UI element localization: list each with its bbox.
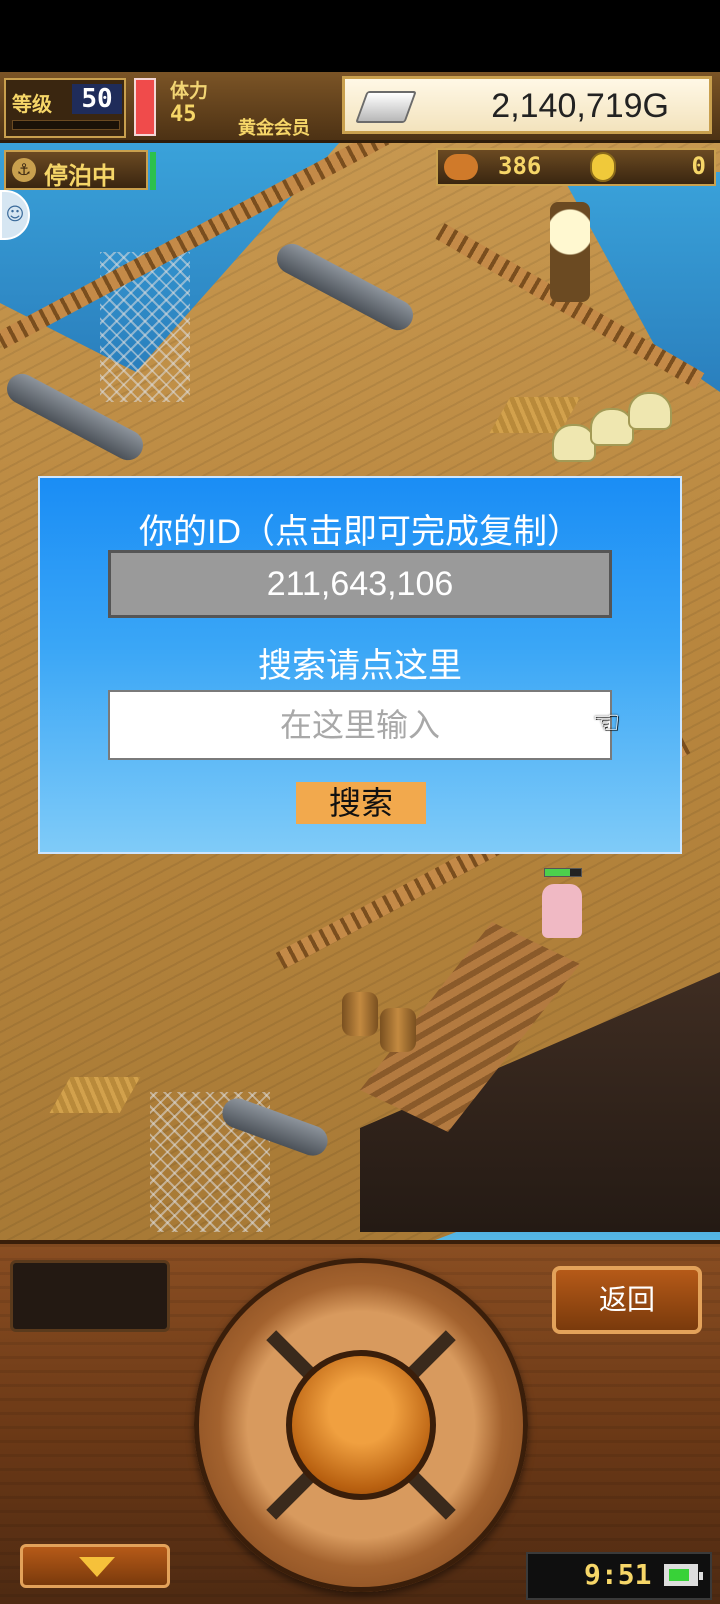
gold-display[interactable]: 2,140,719G — [342, 76, 712, 134]
jellyfish-creature[interactable] — [628, 392, 672, 430]
medal-coin-icon — [590, 152, 616, 182]
collapse-button[interactable] — [20, 1544, 170, 1588]
food-count: 386 — [498, 152, 542, 180]
crew-member[interactable] — [542, 884, 582, 938]
coin-count: 0 — [691, 152, 706, 180]
barrel — [380, 1008, 416, 1052]
clock-time: 9:51 — [584, 1558, 652, 1591]
search-button[interactable]: 搜索 — [296, 782, 426, 824]
back-button[interactable]: 返回 — [552, 1266, 702, 1334]
clock-display: 9:51 — [526, 1552, 712, 1600]
gold-member-badge: 黄金会员 — [238, 118, 310, 139]
control-panel: 返回 9:51 — [0, 1240, 720, 1604]
battery-icon — [664, 1564, 703, 1586]
gold-amount: 2,140,719G — [491, 87, 669, 125]
status-meter — [150, 152, 156, 190]
barrel — [342, 992, 378, 1036]
status-row: ⚓ 停泊中 386 0 — [0, 144, 720, 192]
top-hud: 等级 50 体力 45 黄金会员 2,140,719G — [0, 72, 720, 143]
message-screen — [10, 1260, 170, 1332]
resource-bar: 386 0 — [436, 148, 716, 186]
directional-pad[interactable] — [194, 1258, 528, 1592]
stamina-gauge — [134, 78, 156, 136]
search-input[interactable] — [108, 690, 612, 760]
anchor-icon: ⚓ — [12, 158, 36, 182]
silver-ingot-icon — [355, 91, 417, 123]
crew-hp-bar — [544, 868, 582, 877]
deck-lantern — [550, 202, 590, 302]
level-panel: 等级 50 — [4, 78, 126, 138]
search-prompt: 搜索请点这里 — [258, 647, 462, 685]
stamina-value: 45 — [170, 102, 197, 127]
cannon-icon — [271, 238, 419, 336]
experience-bar — [12, 120, 120, 130]
friend-search-dialog: 你的ID（点击即可完成复制） 211,643,106 搜索请点这里 ☜ 搜索 — [38, 476, 682, 854]
hatch-grate — [49, 1077, 141, 1113]
status-bar — [0, 0, 720, 72]
stamina-label: 体力 — [170, 80, 209, 102]
level-value: 50 — [72, 84, 122, 114]
meat-icon — [444, 154, 478, 180]
level-label: 等级 — [12, 92, 52, 116]
pointing-hand-icon: ☜ — [592, 703, 621, 741]
chevron-down-icon — [79, 1557, 115, 1577]
user-id-copy-field[interactable]: 211,643,106 — [108, 550, 612, 618]
docked-status-label: 停泊中 — [44, 162, 116, 190]
docked-status-chip[interactable]: ⚓ 停泊中 — [4, 150, 148, 190]
dialog-title: 你的ID（点击即可完成复制） — [139, 513, 581, 551]
dpad-center-button[interactable] — [286, 1350, 436, 1500]
